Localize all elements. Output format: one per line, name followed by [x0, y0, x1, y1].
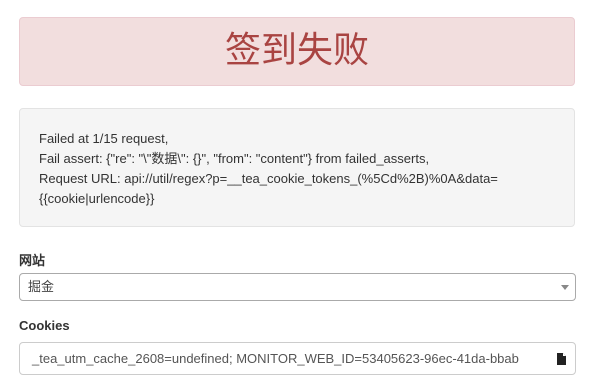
site-label: 网站 [19, 253, 46, 268]
document-icon [557, 353, 566, 365]
cookies-input[interactable]: _tea_utm_cache_2608=undefined; MONITOR_W… [19, 342, 576, 375]
cookies-label: Cookies [19, 318, 70, 333]
error-alert: 签到失败 [19, 17, 575, 86]
error-detail-line: Request URL: api://util/regex?p=__tea_co… [39, 171, 498, 186]
error-detail-line: Fail assert: {"re": "\"数据\": {}", "from"… [39, 151, 430, 166]
error-details-panel: Failed at 1/15 request, Fail assert: {"r… [19, 108, 575, 227]
page: 签到失败 Failed at 1/15 request, Fail assert… [0, 0, 589, 383]
site-select-value: 掘金 [28, 279, 55, 294]
error-detail-line: {{cookie|urlencode}} [39, 191, 155, 206]
chevron-down-icon[interactable] [561, 285, 569, 290]
error-detail-line: Failed at 1/15 request, [39, 131, 169, 146]
cookies-input-value: _tea_utm_cache_2608=undefined; MONITOR_W… [32, 351, 519, 366]
alert-title: 签到失败 [224, 29, 369, 71]
site-select[interactable]: 掘金 [19, 273, 576, 301]
